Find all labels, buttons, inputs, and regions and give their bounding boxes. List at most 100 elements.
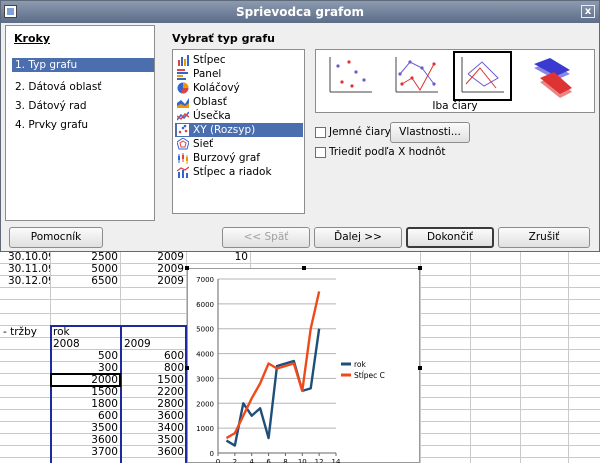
chart-type-area[interactable]: Oblasť — [175, 95, 303, 109]
resize-handle[interactable] — [185, 366, 189, 370]
chart-type-heading: Vybrať typ grafu — [172, 32, 275, 45]
chart-type-label: XY (Rozsyp) — [193, 124, 256, 136]
help-button[interactable]: Pomocník — [9, 227, 103, 248]
chart-type-bar[interactable]: Panel — [175, 67, 303, 81]
chart-object[interactable]: 0 1000 2000 3000 4000 5000 6000 7000 0 2 4 6 8 10 12 14… — [187, 268, 420, 463]
sort-by-x-checkbox[interactable] — [315, 147, 326, 158]
cell-date[interactable]: 30.10.09 — [8, 251, 50, 263]
cell-year-2009[interactable]: 2009 — [124, 338, 186, 350]
resize-handle[interactable] — [302, 266, 306, 270]
line-chart-icon — [177, 111, 189, 121]
chart-type-pie[interactable]: Koláčový — [175, 81, 303, 95]
smooth-lines-label: Jemné čiary — [329, 126, 391, 138]
cancel-button[interactable]: Zrušiť — [498, 227, 590, 248]
cell-value[interactable]: 2500 — [50, 251, 120, 263]
cell-value[interactable]: 3600 — [122, 446, 186, 458]
cell-value[interactable]: 2800 — [122, 398, 186, 410]
scatter-lines-only-icon — [459, 56, 505, 94]
cell-value[interactable]: 800 — [122, 362, 186, 374]
cell-value[interactable]: 1500 — [52, 386, 120, 398]
chart-type-label: Stĺpec a riadok — [193, 166, 272, 178]
step-data-range[interactable]: 2. Dátová oblasť — [12, 80, 154, 94]
chart-variant-panel: Iba čiary — [315, 49, 595, 113]
resize-handle[interactable] — [418, 366, 422, 370]
variant-3d-lines[interactable] — [526, 54, 579, 98]
y-tick-label: 6000 — [196, 301, 214, 309]
x-tick-label: 14 — [332, 458, 341, 463]
x-tick-label: 2 — [233, 458, 237, 463]
x-tick-label: 4 — [249, 458, 254, 463]
y-tick-label: 4000 — [196, 351, 214, 359]
resize-handle[interactable] — [185, 266, 189, 270]
cell-label-trzby[interactable]: - tržby — [3, 326, 49, 338]
cell-value[interactable]: 3600 — [52, 434, 120, 446]
dialog-titlebar[interactable]: Sprievodca grafom x — [1, 1, 599, 23]
step-chart-type[interactable]: 1. Typ grafu — [12, 58, 154, 72]
bar-chart-icon — [177, 69, 188, 80]
cell-value[interactable]: 3600 — [122, 410, 186, 422]
chart-plot: 0 1000 2000 3000 4000 5000 6000 7000 0 2 4 6 8 10 12 14… — [196, 276, 385, 463]
smooth-lines-checkbox[interactable] — [315, 127, 326, 138]
cell-value[interactable]: 3700 — [52, 446, 120, 458]
chart-type-label: Úsečka — [193, 110, 231, 122]
chart-type-column-line[interactable]: Stĺpec a riadok — [175, 165, 303, 179]
variant-points-only[interactable] — [324, 54, 377, 98]
variant-caption: Iba čiary — [432, 100, 478, 112]
cell-value[interactable]: 10 — [186, 251, 250, 263]
finish-button[interactable]: Dokončiť — [406, 227, 494, 248]
cell-value[interactable]: 1500 — [122, 374, 186, 386]
cell-value[interactable]: 600 — [122, 350, 186, 362]
cell-year[interactable]: 2009 — [120, 251, 186, 263]
scatter-points-lines-icon — [393, 56, 439, 94]
y-tick-label: 2000 — [196, 400, 214, 408]
variant-lines-only[interactable] — [453, 51, 512, 101]
y-tick-label: 5000 — [196, 326, 214, 334]
properties-button[interactable]: Vlastnosti... — [390, 122, 470, 143]
grid-line — [520, 250, 521, 463]
cell-value[interactable]: 2200 — [122, 386, 186, 398]
cell-date[interactable]: 30.12.09 — [8, 275, 50, 287]
cell-value[interactable]: 5000 — [50, 263, 120, 275]
next-button[interactable]: Ďalej >> — [314, 227, 402, 248]
chart-type-label: Panel — [193, 68, 222, 80]
step-chart-elements[interactable]: 4. Prvky grafu — [12, 118, 154, 132]
cell-year[interactable]: 2009 — [120, 275, 186, 287]
chart-type-label: Koláčový — [193, 82, 240, 94]
cell-value[interactable]: 6500 — [50, 275, 120, 287]
chart-type-line[interactable]: Úsečka — [175, 109, 303, 123]
chart-type-label: Stĺpec — [193, 54, 226, 66]
column-line-chart-icon — [177, 166, 189, 178]
cell-value[interactable]: 500 — [52, 350, 120, 362]
chart-type-net[interactable]: Sieť — [175, 137, 303, 151]
chart-type-list[interactable]: Stĺpec Panel Koláčový Oblasť Úsečka XY (… — [172, 49, 305, 214]
steps-panel: Kroky 1. Typ grafu 2. Dátová oblasť 3. D… — [5, 25, 155, 221]
variant-points-lines[interactable] — [390, 54, 443, 98]
x-tick-label: 8 — [283, 458, 287, 463]
cell-value[interactable]: 3500 — [122, 434, 186, 446]
chart-type-label: Sieť — [193, 138, 214, 150]
y-tick-label: 7000 — [196, 276, 214, 284]
close-button[interactable]: x — [581, 5, 595, 18]
cell-year[interactable]: 2009 — [120, 263, 186, 275]
cell-value[interactable]: 3400 — [122, 422, 186, 434]
step-data-series[interactable]: 3. Dátový rad — [12, 99, 154, 113]
cell-value[interactable]: 600 — [52, 410, 120, 422]
net-chart-icon — [177, 138, 189, 150]
selected-cell — [50, 373, 121, 387]
range-border — [120, 325, 122, 463]
resize-handle[interactable] — [418, 266, 422, 270]
chart-type-xy-scatter[interactable]: XY (Rozsyp) — [175, 123, 303, 137]
cell-date[interactable]: 30.11.09 — [8, 263, 50, 275]
pie-chart-icon — [177, 82, 189, 94]
cell-label-rok[interactable]: rok — [53, 326, 119, 338]
cell-value[interactable]: 3500 — [52, 422, 120, 434]
chart-type-column[interactable]: Stĺpec — [175, 53, 303, 67]
range-border — [50, 325, 52, 463]
chart-type-stock[interactable]: Burzový graf — [175, 151, 303, 165]
back-button[interactable]: << Späť — [222, 227, 310, 248]
sort-by-x-label: Triediť podľa X hodnôt — [329, 146, 446, 158]
cell-value[interactable]: 1800 — [52, 398, 120, 410]
cell-year-2008[interactable]: 2008 — [53, 338, 119, 350]
dialog-title: Sprievodca grafom — [235, 5, 365, 19]
y-tick-label: 3000 — [196, 375, 214, 383]
